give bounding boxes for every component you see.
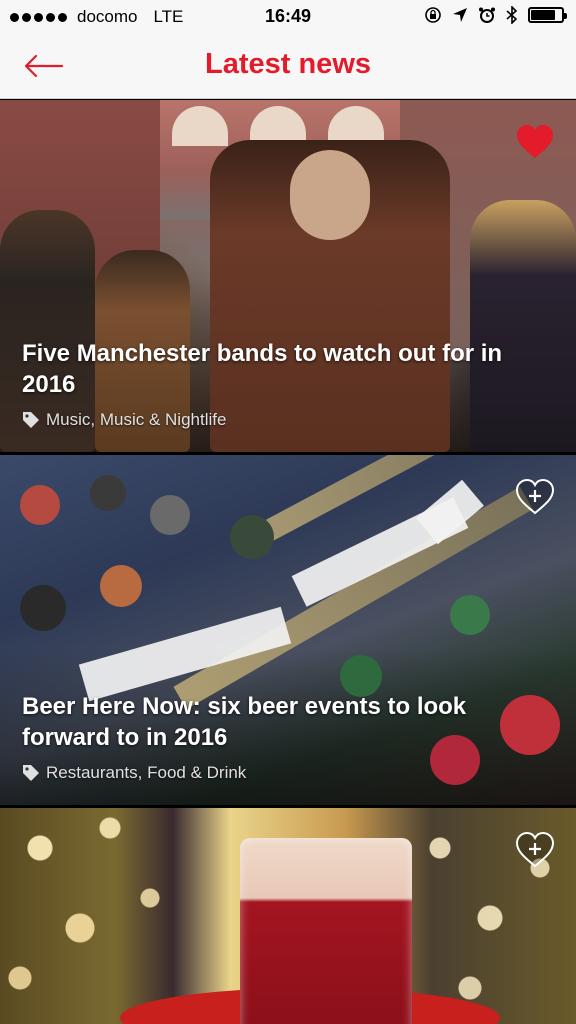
heart-add-icon [515, 831, 555, 868]
tag-icon [23, 765, 39, 781]
status-bar: docomo LTE 16:49 [0, 0, 576, 34]
status-right [424, 6, 567, 24]
heart-filled-icon [517, 125, 553, 158]
rotation-lock-icon [425, 7, 441, 23]
news-card[interactable]: Five Manchester bands to watch out for i… [0, 100, 576, 452]
page-title: Latest news [205, 48, 371, 80]
favorite-button[interactable] [516, 124, 554, 160]
battery-level [531, 10, 555, 20]
news-card-category: Restaurants, Food & Drink [22, 763, 558, 783]
news-card[interactable]: Beer Here Now: six beer events to look f… [0, 455, 576, 805]
location-icon [453, 8, 467, 22]
news-card[interactable] [0, 808, 576, 1024]
news-feed[interactable]: Five Manchester bands to watch out for i… [0, 100, 576, 1024]
news-card-text: Beer Here Now: six beer events to look f… [22, 691, 558, 783]
news-card-category-label: Music, Music & Nightlife [46, 410, 227, 429]
alarm-icon [479, 7, 495, 23]
news-card-category-label: Restaurants, Food & Drink [46, 763, 247, 782]
bluetooth-icon [506, 6, 518, 24]
add-favorite-button[interactable] [515, 831, 555, 868]
news-card-category: Music, Music & Nightlife [22, 410, 558, 430]
tag-icon [23, 412, 39, 428]
add-favorite-button[interactable] [515, 478, 555, 515]
news-card-title: Beer Here Now: six beer events to look f… [22, 693, 467, 751]
navigation-bar: Latest news [0, 34, 576, 99]
news-card-title: Five Manchester bands to watch out for i… [22, 340, 503, 398]
news-card-image [0, 808, 576, 1024]
news-card-text: Five Manchester bands to watch out for i… [22, 338, 558, 430]
heart-add-icon [515, 478, 555, 515]
battery-icon [528, 7, 567, 23]
